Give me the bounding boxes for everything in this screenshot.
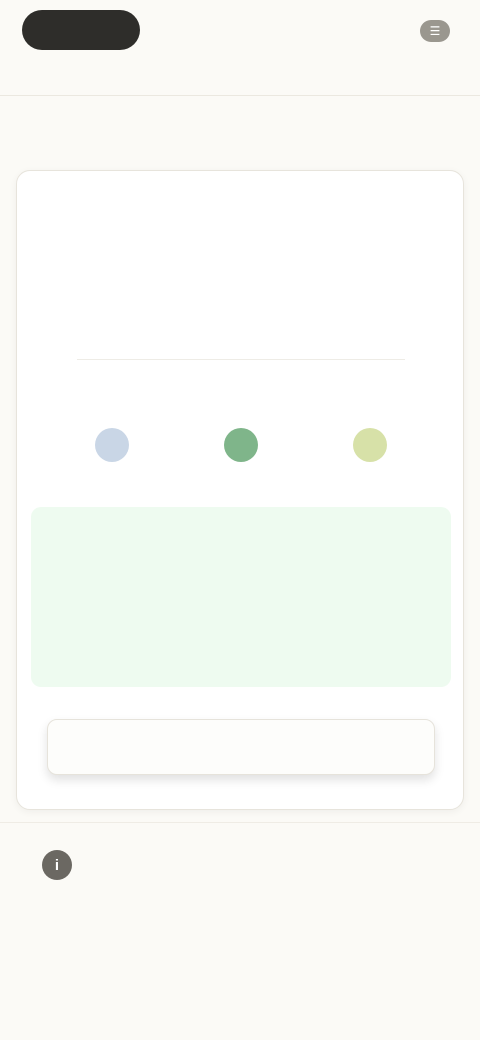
summary-card <box>16 170 464 810</box>
metric-dot <box>223 428 258 462</box>
info-note: i <box>42 850 422 880</box>
stat-item <box>53 201 163 209</box>
metric-item[interactable] <box>57 386 167 476</box>
primary-action-button[interactable] <box>47 719 435 775</box>
metric-item[interactable] <box>315 386 425 476</box>
top-bar: ☰ <box>0 0 480 96</box>
metric-item[interactable] <box>186 386 296 476</box>
menu-icon[interactable]: ☰ <box>420 20 450 42</box>
app-screen: ☰ i <box>0 0 480 1040</box>
highlight-panel <box>31 507 451 687</box>
metric-dot <box>353 428 388 462</box>
footer-divider <box>0 822 480 823</box>
stat-item <box>319 201 429 209</box>
top-actions: ☰ <box>410 20 450 42</box>
stats-row <box>17 201 463 209</box>
metric-dot <box>94 428 129 462</box>
stat-item <box>186 201 296 209</box>
logo-button[interactable] <box>22 10 140 50</box>
metrics-row <box>17 386 463 476</box>
divider <box>77 359 405 360</box>
info-icon: i <box>42 850 72 880</box>
